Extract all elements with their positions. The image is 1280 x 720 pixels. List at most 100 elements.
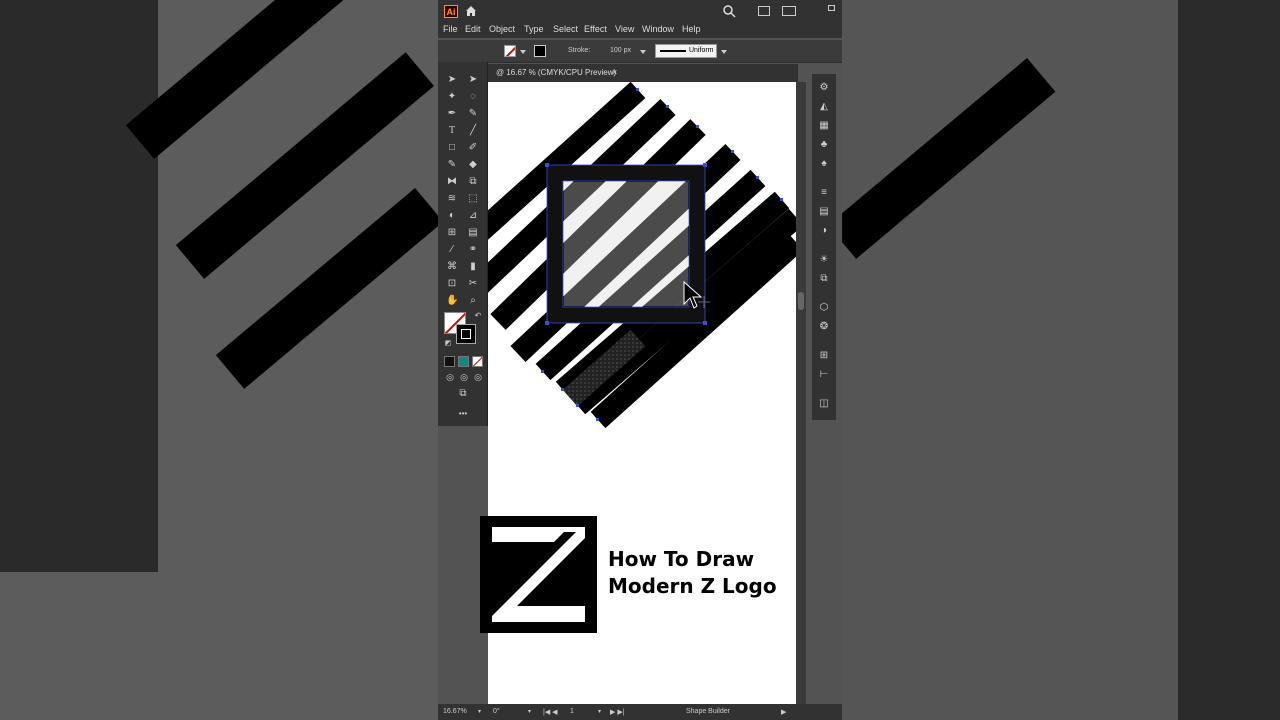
width-tool-icon[interactable]: ≋: [446, 193, 458, 205]
current-tool-label: Shape Builder: [686, 708, 730, 715]
chevron-down-icon[interactable]: ▾: [478, 708, 481, 715]
screen-mode-icon[interactable]: ⧉: [457, 388, 469, 400]
z-logo: [480, 516, 597, 633]
gradient-icon[interactable]: ▤: [818, 206, 830, 218]
curvature-tool-icon[interactable]: ✎: [467, 108, 479, 120]
transform-icon[interactable]: ⊞: [818, 350, 830, 362]
stroke-icon[interactable]: ≡: [818, 187, 830, 199]
symbols-icon[interactable]: ♣: [818, 139, 830, 151]
menu-bar: File Edit Object Type Select Effect View…: [438, 22, 842, 38]
edit-toolbar-button[interactable]: •••: [453, 408, 473, 420]
paintbrush-tool-icon[interactable]: ✐: [467, 142, 479, 154]
swap-fill-stroke-icon[interactable]: ↶: [472, 310, 484, 322]
lasso-tool-icon[interactable]: ◌: [467, 91, 479, 103]
pen-tool-icon[interactable]: ✒: [446, 108, 458, 120]
menu-help[interactable]: Help: [682, 24, 701, 34]
recolor-icon[interactable]: ❂: [818, 321, 830, 333]
chevron-down-icon[interactable]: [640, 50, 646, 54]
menu-edit[interactable]: Edit: [465, 24, 481, 34]
column-graph-tool-icon[interactable]: ▮: [467, 261, 479, 273]
control-bar: Stroke: 100 px Uniform: [438, 40, 842, 63]
chevron-down-icon[interactable]: [520, 50, 526, 54]
menu-type[interactable]: Type: [524, 24, 544, 34]
menu-view[interactable]: View: [615, 24, 634, 34]
free-transform-tool-icon[interactable]: ⬚: [467, 193, 479, 205]
arrange-documents-icon[interactable]: [758, 6, 770, 16]
shape-builder-tool-icon[interactable]: ◐: [446, 210, 458, 222]
pathfinder-icon[interactable]: ◫: [818, 398, 830, 410]
chevron-down-icon[interactable]: ▾: [528, 708, 531, 715]
document-tab[interactable]: @ 16.67 % (CMYK/CPU Preview): [496, 68, 616, 77]
draw-inside-icon[interactable]: ◎: [472, 371, 484, 383]
default-colors-icon[interactable]: ◩: [442, 338, 454, 350]
blurred-right-panel: [1178, 0, 1280, 720]
eraser-tool-icon[interactable]: ◆: [467, 159, 479, 171]
stroke-color-swatch[interactable]: [534, 45, 546, 57]
hand-tool-icon[interactable]: ✋: [446, 295, 458, 307]
3d-icon[interactable]: ⬡: [818, 302, 830, 314]
draw-normal-icon[interactable]: ◎: [444, 371, 456, 383]
brushes-icon[interactable]: ♠: [818, 158, 830, 170]
gradient-tool-icon[interactable]: ▤: [467, 227, 479, 239]
libraries-icon[interactable]: ▦: [818, 120, 830, 132]
graphic-styles-icon[interactable]: ⧉: [818, 273, 830, 285]
title-bar: Ai: [438, 0, 842, 22]
chevron-down-icon[interactable]: ▾: [598, 708, 601, 715]
properties-icon[interactable]: ⚙: [818, 82, 830, 94]
artboard-number-field[interactable]: 1: [570, 708, 574, 715]
perspective-grid-tool-icon[interactable]: ⊿: [467, 210, 479, 222]
window-restore-icon[interactable]: [828, 5, 835, 11]
title-line-2: Modern Z Logo: [608, 574, 777, 598]
gradient-mode-swatch[interactable]: [458, 356, 469, 367]
zoom-level-field[interactable]: 16.67%: [443, 708, 467, 715]
menu-effect[interactable]: Effect: [584, 24, 607, 34]
scale-tool-icon[interactable]: ⧉: [467, 176, 479, 188]
shaper-tool-icon[interactable]: ✎: [446, 159, 458, 171]
draw-behind-icon[interactable]: ◎: [458, 371, 470, 383]
scroll-thumb[interactable]: [798, 292, 804, 310]
stroke-swatch[interactable]: [456, 324, 476, 344]
search-icon[interactable]: [722, 4, 736, 18]
eyedropper-tool-icon[interactable]: ⁄: [446, 244, 458, 256]
status-menu-icon[interactable]: ▶: [781, 708, 786, 716]
menu-window[interactable]: Window: [642, 24, 674, 34]
workspace-switcher-icon[interactable]: [782, 6, 796, 16]
blend-tool-icon[interactable]: ⚭: [467, 244, 479, 256]
hover-highlight: [564, 182, 688, 306]
mesh-tool-icon[interactable]: ⊞: [446, 227, 458, 239]
layers-icon[interactable]: ◭: [818, 101, 830, 113]
type-tool-icon[interactable]: T: [446, 125, 458, 137]
stroke-profile-line-icon: [660, 50, 686, 52]
previous-artboard-icon[interactable]: |◀ ◀: [543, 708, 558, 716]
stroke-profile-select[interactable]: Uniform: [655, 44, 717, 58]
document-tab-bar: @ 16.67 % (CMYK/CPU Preview) ×: [488, 64, 798, 82]
appearance-icon[interactable]: ☀: [818, 254, 830, 266]
direct-selection-tool-icon[interactable]: ➤: [467, 74, 479, 86]
chevron-down-icon[interactable]: [721, 50, 727, 54]
rectangle-tool-icon[interactable]: □: [446, 142, 458, 154]
zoom-tool-icon[interactable]: ⌕: [467, 295, 479, 307]
home-icon[interactable]: [464, 4, 478, 18]
rotation-field[interactable]: 0°: [493, 708, 500, 715]
color-mode-swatch[interactable]: [444, 356, 455, 367]
status-bar: 16.67% ▾ 0° ▾ |◀ ◀ 1 ▾ ▶ ▶| Shape Builde…: [438, 704, 842, 720]
vertical-scrollbar[interactable]: [796, 82, 806, 704]
slice-tool-icon[interactable]: ✂: [467, 278, 479, 290]
app-logo: Ai: [444, 5, 458, 18]
menu-select[interactable]: Select: [553, 24, 578, 34]
fill-color-swatch[interactable]: [504, 45, 516, 57]
stroke-weight-input[interactable]: 100 px: [610, 47, 631, 54]
artboard-tool-icon[interactable]: ⊡: [446, 278, 458, 290]
align-icon[interactable]: ⊢: [818, 369, 830, 381]
magic-wand-tool-icon[interactable]: ✦: [446, 91, 458, 103]
next-artboard-icon[interactable]: ▶ ▶|: [610, 708, 625, 716]
symbol-sprayer-tool-icon[interactable]: ⌘: [446, 261, 458, 273]
transparency-icon[interactable]: ◑: [818, 225, 830, 237]
line-tool-icon[interactable]: ╱: [467, 125, 479, 137]
close-icon[interactable]: ×: [612, 67, 617, 77]
menu-file[interactable]: File: [443, 24, 458, 34]
menu-object[interactable]: Object: [489, 24, 515, 34]
reflect-tool-icon[interactable]: ⧓: [446, 176, 458, 188]
none-mode-swatch[interactable]: [472, 356, 483, 367]
selection-tool-icon[interactable]: ➤: [446, 74, 458, 86]
